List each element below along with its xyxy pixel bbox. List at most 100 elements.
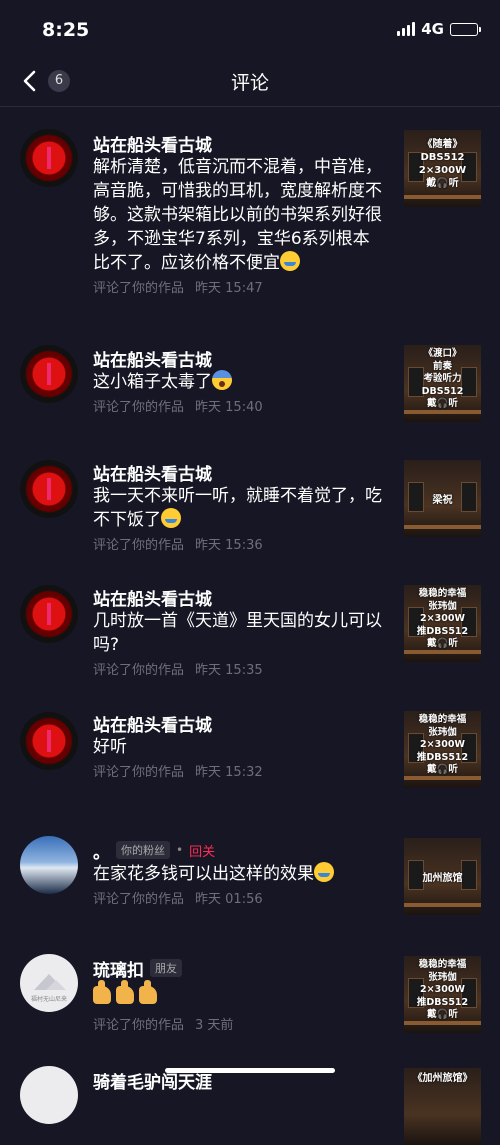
laughing-emoji-icon	[314, 862, 334, 882]
commenter-name[interactable]: 琉璃扣	[93, 956, 144, 981]
thumb-line: 2×300W	[420, 613, 465, 624]
comment-item[interactable]: 站在船头看古城 这小箱子太毒了 评论了你的作品 昨天 15:40 《渡口》 前奏 …	[0, 336, 500, 451]
thumbs-up-icon	[139, 980, 157, 1004]
thumb-line: 考验听力	[423, 373, 462, 384]
avatar[interactable]: 福村无山尼来	[20, 954, 78, 1012]
status-time: 8:25	[42, 19, 90, 41]
avatar[interactable]	[20, 585, 78, 643]
comment-time: 昨天 15:47	[195, 281, 263, 296]
home-indicator[interactable]	[165, 1068, 335, 1073]
friend-tag: 朋友	[150, 959, 182, 977]
commenter-name[interactable]: 站在船头看古城	[93, 460, 212, 485]
commenter-name[interactable]: 。	[93, 838, 110, 863]
comment-action: 评论了你的作品	[93, 281, 185, 296]
comment-time: 昨天 15:35	[195, 663, 263, 678]
video-thumbnail[interactable]: 《随着》 DBS512 2×300W 戴🎧听	[404, 130, 481, 207]
comment-item[interactable]: 站在船头看古城 好听 评论了你的作品 昨天 15:32 稳稳的幸福 张玮伽 2×3…	[0, 702, 500, 817]
avatar-caption: 福村无山尼来	[30, 996, 67, 1003]
comment-time: 昨天 01:56	[195, 892, 263, 907]
avatar[interactable]	[20, 345, 78, 403]
thumb-line: 推DBS512	[416, 751, 469, 763]
laughing-emoji-icon	[280, 251, 300, 271]
comment-time: 昨天 15:36	[195, 538, 263, 553]
comment-time: 3 天前	[195, 1018, 234, 1033]
video-thumbnail[interactable]: 梁祝	[404, 460, 481, 537]
fan-tag: 你的粉丝	[116, 841, 170, 859]
thumb-line: 《渡口》	[423, 348, 462, 359]
thumb-line: 推DBS512	[416, 625, 469, 637]
video-thumbnail[interactable]: 稳稳的幸福 张玮伽 2×300W 推DBS512 戴🎧听	[404, 956, 481, 1033]
follow-back-button[interactable]: 回关	[189, 841, 215, 860]
nav-bar: 6 评论	[0, 58, 500, 107]
comment-action: 评论了你的作品	[93, 663, 185, 678]
comment-text: 解析清楚，低音沉而不混着，中音准，高音脆，可惜我的耳机，宽度解析度不够。这款书架…	[93, 157, 382, 273]
comment-time: 昨天 15:32	[195, 765, 263, 780]
comment-list: 站在船头看古城 解析清楚，低音沉而不混着，中音准，高音脆，可惜我的耳机，宽度解析…	[0, 107, 500, 1145]
avatar[interactable]	[20, 836, 78, 894]
status-bar: 8:25 4G	[0, 0, 500, 60]
comment-item[interactable]: 站在船头看古城 几时放一首《天道》里天国的女儿可以吗? 评论了你的作品 昨天 15…	[0, 576, 500, 702]
video-thumbnail[interactable]: 《加州旅馆》	[404, 1068, 481, 1145]
thumb-line: 《随着》	[422, 139, 463, 150]
laughing-emoji-icon	[161, 508, 181, 528]
thumb-line: 2×300W	[420, 984, 465, 995]
comment-action: 评论了你的作品	[93, 400, 185, 415]
thumb-line: 戴🎧听	[427, 1009, 458, 1020]
comment-text: 我一天不来听一听，就睡不着觉了，吃不下饭了	[93, 486, 382, 530]
thumb-line: 稳稳的幸福	[418, 588, 467, 599]
comment-text: 几时放一首《天道》里天国的女儿可以吗?	[93, 611, 382, 655]
comment-text: 好听	[93, 737, 127, 757]
comment-item[interactable]: 站在船头看古城 我一天不来听一听，就睡不着觉了，吃不下饭了 评论了你的作品 昨天 …	[0, 451, 500, 576]
signal-icon	[397, 22, 416, 36]
separator-dot: •	[176, 843, 184, 857]
comment-action: 评论了你的作品	[93, 538, 185, 553]
commenter-name[interactable]: 站在船头看古城	[93, 131, 212, 156]
page-title: 评论	[230, 72, 269, 94]
thumb-line: 戴🎧听	[426, 178, 459, 189]
commenter-name[interactable]: 站在船头看古城	[93, 346, 212, 371]
battery-icon	[450, 22, 481, 36]
comment-text: 在家花多钱可以出这样的效果	[93, 864, 314, 884]
network-label: 4G	[421, 20, 444, 38]
commenter-name[interactable]: 站在船头看古城	[93, 585, 212, 610]
thumb-line: 《加州旅馆》	[412, 1073, 473, 1084]
comment-action: 评论了你的作品	[93, 892, 185, 907]
thumb-line: 张玮伽	[428, 726, 457, 738]
status-indicators: 4G	[397, 20, 481, 38]
scream-emoji-icon	[212, 370, 232, 390]
thumb-line: 2×300W	[420, 739, 465, 750]
avatar[interactable]	[20, 712, 78, 770]
thumb-line: DBS512	[421, 385, 464, 397]
comment-time: 昨天 15:40	[195, 400, 263, 415]
video-thumbnail[interactable]: 稳稳的幸福 张玮伽 2×300W 推DBS512 戴🎧听	[404, 585, 481, 662]
thumb-line: DBS512	[420, 152, 465, 163]
comment-item[interactable]: 站在船头看古城 解析清楚，低音沉而不混着，中音准，高音脆，可惜我的耳机，宽度解析…	[0, 107, 500, 336]
thumb-line: 戴🎧听	[427, 764, 458, 775]
commenter-name[interactable]: 站在船头看古城	[93, 711, 212, 736]
comment-action: 评论了你的作品	[93, 1018, 185, 1033]
video-thumbnail[interactable]: 稳稳的幸福 张玮伽 2×300W 推DBS512 戴🎧听	[404, 711, 481, 788]
thumb-line: 张玮伽	[428, 600, 457, 612]
thumb-line: 稳稳的幸福	[418, 714, 467, 725]
thumbs-up-icon	[116, 980, 134, 1004]
video-thumbnail[interactable]: 《渡口》 前奏 考验听力 DBS512 戴🎧听	[404, 345, 481, 422]
thumb-line: 推DBS512	[416, 996, 469, 1008]
comment-text: 这小箱子太毒了	[93, 372, 212, 392]
avatar[interactable]	[20, 1066, 78, 1124]
comment-item[interactable]: 。 你的粉丝 • 回关 在家花多钱可以出这样的效果 评论了你的作品 昨天 01:5…	[0, 817, 500, 935]
thumb-line: 戴🎧听	[427, 398, 458, 409]
thumb-line: 梁祝	[432, 495, 453, 506]
thumb-line: 2×300W	[418, 165, 467, 176]
comment-item[interactable]: 骑着毛驴闯天涯 《加州旅馆》	[0, 1054, 500, 1145]
video-thumbnail[interactable]: 加州旅馆	[404, 838, 481, 915]
comment-item[interactable]: 福村无山尼来 琉璃扣 朋友 评论了你的作品 3 天前 稳稳的幸福 张玮伽 2×30…	[0, 935, 500, 1054]
thumb-line: 戴🎧听	[427, 638, 458, 649]
thumb-line: 稳稳的幸福	[418, 959, 467, 970]
avatar[interactable]	[20, 129, 78, 187]
thumb-line: 张玮伽	[428, 971, 457, 983]
comment-action: 评论了你的作品	[93, 765, 185, 780]
thumb-line: 加州旅馆	[422, 873, 463, 884]
thumb-line: 前奏	[432, 360, 452, 372]
avatar[interactable]	[20, 460, 78, 518]
thumbs-up-icon	[93, 980, 111, 1004]
